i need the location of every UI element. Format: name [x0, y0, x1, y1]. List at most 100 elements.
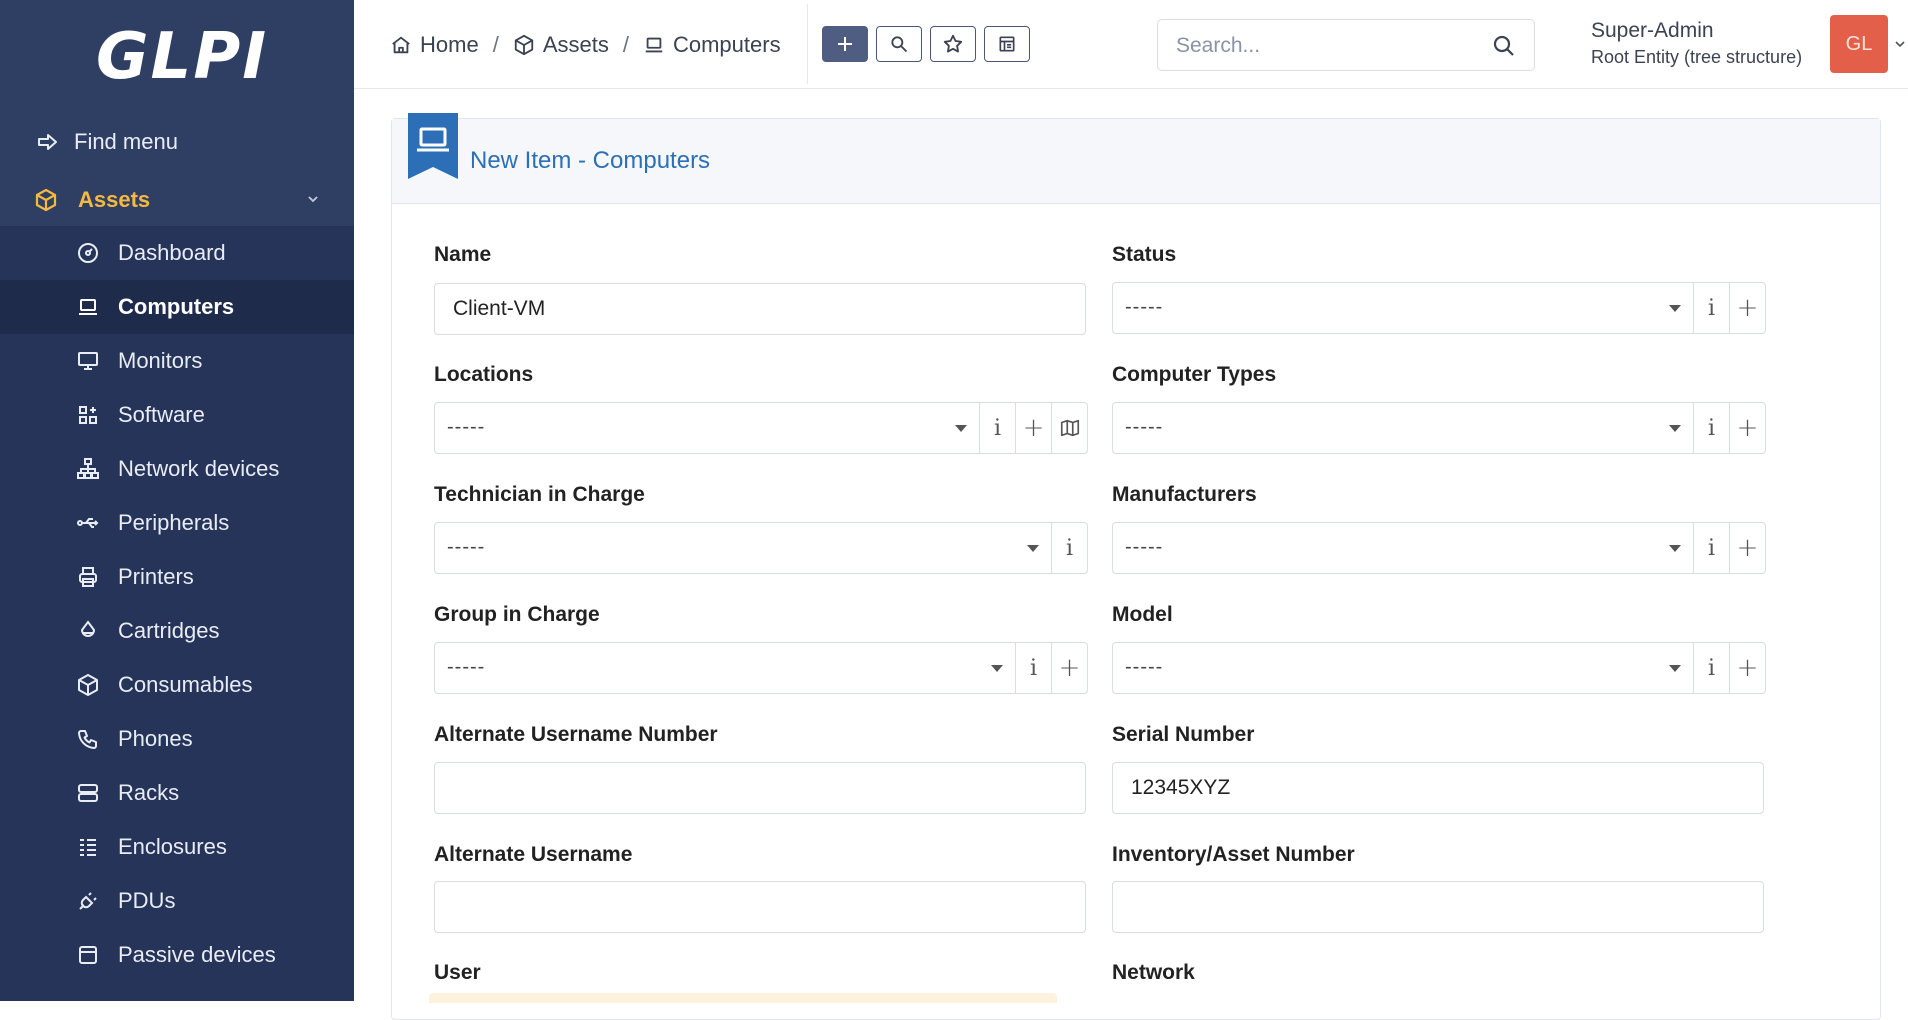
computer-types-info-button[interactable]: i: [1694, 402, 1730, 454]
user-info[interactable]: Super-Admin Root Entity (tree structure): [1591, 18, 1802, 70]
search-icon: [891, 36, 908, 53]
sidebar-item-label: Racks: [118, 780, 180, 805]
locations-info-button[interactable]: i: [980, 402, 1016, 454]
sidebar-item-software[interactable]: Software: [0, 388, 354, 442]
chevron-down-icon[interactable]: [1894, 38, 1906, 50]
server-icon: [76, 781, 100, 805]
model-info-button[interactable]: i: [1694, 642, 1730, 694]
alt-username-field[interactable]: [434, 881, 1086, 933]
map-icon: [1060, 419, 1079, 437]
sidebar-item-enclosures[interactable]: Enclosures: [0, 820, 354, 874]
caret-down-icon: [1669, 425, 1681, 432]
select-value: -----: [1125, 536, 1164, 558]
page-title: New Item - Computers: [470, 147, 711, 174]
sidebar-item-passive-devices[interactable]: Passive devices: [0, 928, 354, 982]
caret-down-icon: [955, 425, 967, 432]
add-button[interactable]: [822, 26, 868, 62]
laptop-icon: [645, 37, 663, 53]
group-info-button[interactable]: i: [1016, 642, 1052, 694]
status-add-button[interactable]: +: [1730, 282, 1766, 334]
manufacturers-select-group: ----- i +: [1112, 522, 1766, 574]
find-menu-link[interactable]: Find menu: [36, 122, 178, 162]
sidebar-item-computers[interactable]: Computers: [0, 280, 354, 334]
model-add-button[interactable]: +: [1730, 642, 1766, 694]
inventory-number-field[interactable]: [1112, 881, 1764, 933]
box-icon: [76, 943, 100, 967]
breadcrumb-label: Computers: [672, 32, 781, 57]
sidebar-item-phones[interactable]: Phones: [0, 712, 354, 766]
sidebar-item-label: Network devices: [118, 456, 280, 481]
technician-info-button[interactable]: i: [1052, 522, 1088, 574]
group-add-button[interactable]: +: [1052, 642, 1088, 694]
sidebar-item-printers[interactable]: Printers: [0, 550, 354, 604]
sidebar-item-racks[interactable]: Racks: [0, 766, 354, 820]
bookmark-button[interactable]: [930, 26, 976, 62]
technician-select[interactable]: -----: [434, 522, 1052, 574]
locations-label: Locations: [434, 363, 534, 386]
locations-add-button[interactable]: +: [1016, 402, 1052, 454]
sidebar-item-label: Consumables: [118, 672, 253, 697]
alt-username-number-field[interactable]: [434, 762, 1086, 814]
manufacturers-info-button[interactable]: i: [1694, 522, 1730, 574]
breadcrumb-separator: /: [492, 32, 499, 57]
sidebar-item-network-devices[interactable]: Network devices: [0, 442, 354, 496]
caret-down-icon: [1027, 545, 1039, 552]
name-label: Name: [434, 243, 492, 266]
select-value: -----: [447, 416, 486, 438]
layout-list-icon: [999, 36, 1015, 52]
list-view-button[interactable]: [984, 26, 1030, 62]
topbar: Home / Assets / Computers Super-Admin Ro…: [354, 0, 1908, 89]
sidebar-item-label: Monitors: [118, 348, 203, 373]
status-select[interactable]: -----: [1112, 282, 1694, 334]
usb-icon: [76, 511, 100, 535]
arrow-right-icon: [38, 134, 57, 150]
alt-username-number-label: Alternate Username Number: [434, 723, 718, 746]
computer-types-label: Computer Types: [1112, 363, 1277, 386]
computer-types-select-group: ----- i +: [1112, 402, 1766, 454]
search-input[interactable]: [1174, 30, 1478, 62]
sidebar-item-label: Software: [118, 402, 205, 427]
search-button[interactable]: [876, 26, 922, 62]
breadcrumb-computers[interactable]: Computers: [643, 32, 781, 58]
home-icon: [392, 36, 410, 54]
sidebar-item-dashboard[interactable]: Dashboard: [0, 226, 354, 280]
serial-number-label: Serial Number: [1112, 723, 1255, 746]
sidebar-item-label: Cartridges: [118, 618, 220, 643]
technician-label: Technician in Charge: [434, 483, 645, 506]
name-field[interactable]: [434, 283, 1086, 335]
caret-down-icon: [1669, 305, 1681, 312]
phone-icon: [76, 727, 100, 751]
sidebar-item-monitors[interactable]: Monitors: [0, 334, 354, 388]
serial-number-field[interactable]: [1112, 762, 1764, 814]
sidebar-item-label: Peripherals: [118, 510, 230, 535]
star-icon: [943, 34, 963, 53]
map-button[interactable]: [1052, 402, 1088, 454]
sidebar-item-label: Passive devices: [118, 942, 276, 967]
chevron-down-icon: [306, 192, 320, 206]
user-label: User: [434, 961, 481, 984]
group-select[interactable]: -----: [434, 642, 1016, 694]
find-menu-label: Find menu: [74, 129, 178, 154]
sidebar-item-consumables[interactable]: Consumables: [0, 658, 354, 712]
computer-types-add-button[interactable]: +: [1730, 402, 1766, 454]
technician-select-group: ----- i: [434, 522, 1088, 574]
sidebar-item-cartridges[interactable]: Cartridges: [0, 604, 354, 658]
breadcrumb-label: Home: [420, 32, 479, 57]
manufacturers-add-button[interactable]: +: [1730, 522, 1766, 574]
sidebar-section-assets[interactable]: Assets: [0, 176, 354, 224]
breadcrumb-assets[interactable]: Assets: [513, 32, 609, 58]
list-icon: [76, 835, 100, 859]
user-select[interactable]: [429, 993, 1057, 1003]
glpi-logo[interactable]: GLPI: [96, 20, 266, 100]
plus-icon: [838, 37, 852, 51]
manufacturers-select[interactable]: -----: [1112, 522, 1694, 574]
breadcrumb-home[interactable]: Home: [390, 32, 479, 58]
sidebar-item-peripherals[interactable]: Peripherals: [0, 496, 354, 550]
model-select[interactable]: -----: [1112, 642, 1694, 694]
locations-select[interactable]: -----: [434, 402, 980, 454]
avatar[interactable]: GL: [1830, 15, 1888, 73]
computer-types-select[interactable]: -----: [1112, 402, 1694, 454]
search-icon[interactable]: [1492, 34, 1516, 58]
sidebar-item-pdus[interactable]: PDUs: [0, 874, 354, 928]
status-info-button[interactable]: i: [1694, 282, 1730, 334]
